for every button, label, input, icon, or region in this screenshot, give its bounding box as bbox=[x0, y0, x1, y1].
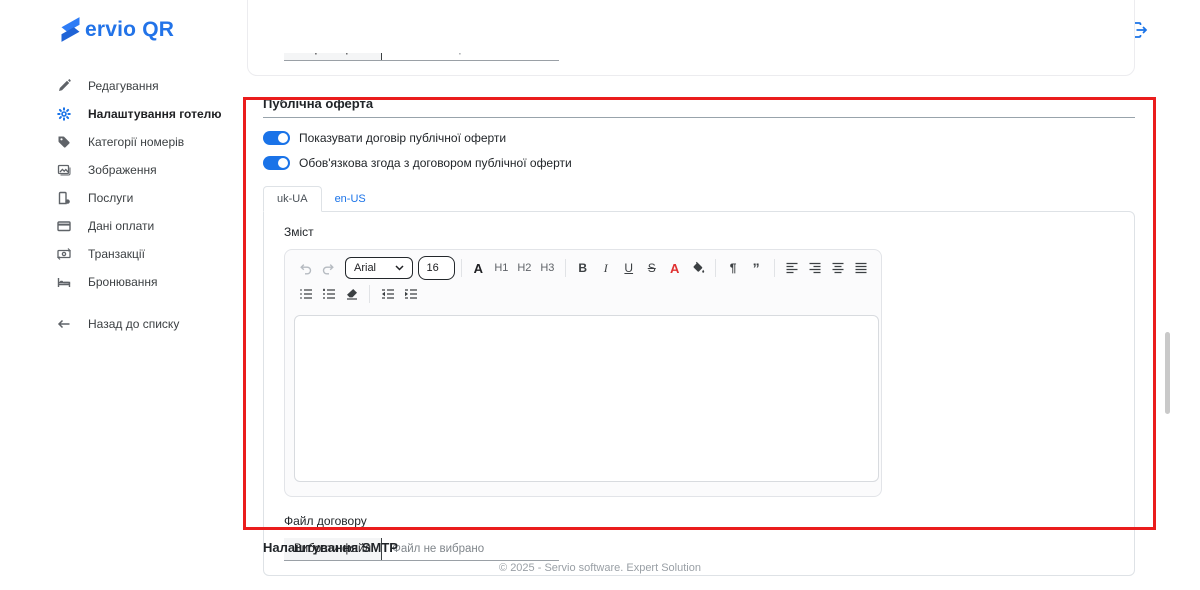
sidebar-item-label: Редагування bbox=[88, 79, 159, 93]
scrolled-card-partial: Вибрати файл Файл не вибрано bbox=[247, 0, 1135, 76]
services-icon bbox=[57, 191, 71, 205]
toolbar-divider bbox=[369, 285, 370, 303]
indent-icon[interactable] bbox=[400, 284, 421, 304]
locale-tabs: uk-UA en-US bbox=[263, 186, 1135, 211]
image-icon bbox=[57, 163, 71, 177]
outdent-icon[interactable] bbox=[377, 284, 398, 304]
tag-icon bbox=[57, 135, 71, 149]
bullet-list-icon[interactable] bbox=[295, 284, 316, 304]
font-family-select[interactable]: Arial bbox=[345, 257, 413, 279]
sidebar-item-payment-data[interactable]: Дані оплати bbox=[0, 212, 240, 240]
sidebar-item-label: Категорії номерів bbox=[88, 135, 184, 149]
credit-card-icon bbox=[57, 219, 71, 233]
logo-text: ervio QR bbox=[85, 18, 174, 42]
toggle-switch-on[interactable] bbox=[263, 131, 290, 145]
undo-icon[interactable] bbox=[295, 258, 316, 278]
bed-icon bbox=[57, 275, 71, 289]
ordered-list-icon[interactable] bbox=[318, 284, 339, 304]
public-offer-section: Публічна оферта Показувати договір публі… bbox=[263, 96, 1135, 576]
sidebar-item-bookings[interactable]: Бронювання bbox=[0, 268, 240, 296]
font-style-button[interactable]: A bbox=[468, 258, 489, 278]
servio-logo-icon bbox=[57, 16, 84, 43]
align-right-icon[interactable] bbox=[804, 258, 825, 278]
tab-uk-ua[interactable]: uk-UA bbox=[263, 186, 322, 212]
footer-copyright: © 2025 - Servio software. Expert Solutio… bbox=[0, 562, 1200, 574]
gear-icon bbox=[57, 107, 71, 121]
tab-en-us[interactable]: en-US bbox=[322, 187, 379, 211]
underline-button[interactable]: U bbox=[618, 258, 639, 278]
sidebar-item-images[interactable]: Зображення bbox=[0, 156, 240, 184]
h2-button[interactable]: H2 bbox=[514, 258, 535, 278]
sidebar-item-label: Дані оплати bbox=[88, 219, 154, 233]
sidebar-item-room-categories[interactable]: Категорії номерів bbox=[0, 128, 240, 156]
sidebar-item-label: Назад до списку bbox=[88, 317, 179, 331]
h1-button[interactable]: H1 bbox=[491, 258, 512, 278]
sidebar-item-edit[interactable]: Редагування bbox=[0, 72, 240, 100]
toggle-require-agreement[interactable]: Обов'язкова згода з договором публічної … bbox=[263, 156, 1135, 170]
editor-toolbar-row-1: Arial A H1 H2 H3 B I U S A bbox=[294, 256, 872, 280]
sidebar-item-label: Транзакції bbox=[88, 247, 145, 261]
paragraph-button[interactable]: ¶ bbox=[723, 258, 744, 278]
align-center-icon[interactable] bbox=[827, 258, 848, 278]
toggle-switch-on[interactable] bbox=[263, 156, 290, 170]
strikethrough-button[interactable]: S bbox=[641, 258, 662, 278]
content-label: Зміст bbox=[284, 225, 1114, 239]
section-title-smtp: Налаштування SMTP bbox=[263, 540, 398, 555]
paint-bucket-icon[interactable] bbox=[687, 258, 708, 278]
sidebar-item-transactions[interactable]: Транзакції bbox=[0, 240, 240, 268]
font-size-input[interactable] bbox=[418, 256, 455, 280]
h3-button[interactable]: H3 bbox=[537, 258, 558, 278]
align-justify-icon[interactable] bbox=[850, 258, 871, 278]
font-family-value: Arial bbox=[354, 262, 376, 274]
clipped-file-input[interactable]: Вибрати файл Файл не вибрано bbox=[284, 53, 559, 70]
blockquote-button[interactable]: ” bbox=[746, 258, 767, 278]
scrollbar-thumb[interactable] bbox=[1165, 332, 1170, 414]
file-label: Файл договору bbox=[284, 514, 1114, 528]
transactions-icon bbox=[57, 247, 71, 261]
choose-file-button[interactable]: Вибрати файл bbox=[284, 53, 381, 60]
app-logo[interactable]: ervio QR bbox=[57, 16, 174, 43]
tab-panel-uk-ua: Зміст Arial A H1 H2 bbox=[263, 211, 1135, 576]
sidebar-item-label: Налаштування готелю bbox=[88, 107, 222, 121]
sidebar-item-hotel-settings[interactable]: Налаштування готелю bbox=[0, 100, 240, 128]
toggle-show-offer[interactable]: Показувати договір публічної оферти bbox=[263, 131, 1135, 145]
sidebar: Редагування Налаштування готелю Категорі… bbox=[0, 72, 240, 338]
file-status-text: Файл не вибрано bbox=[382, 53, 484, 60]
sidebar-item-services[interactable]: Послуги bbox=[0, 184, 240, 212]
italic-button[interactable]: I bbox=[595, 258, 616, 278]
editor-toolbar-row-2 bbox=[294, 282, 872, 306]
pencil-icon bbox=[57, 79, 71, 93]
text-color-button[interactable]: A bbox=[664, 258, 685, 278]
chevron-down-icon bbox=[395, 265, 404, 271]
eraser-icon[interactable] bbox=[341, 284, 362, 304]
sidebar-item-label: Послуги bbox=[88, 191, 133, 205]
offer-content-textarea[interactable] bbox=[294, 315, 879, 482]
toggle-label: Показувати договір публічної оферти bbox=[299, 131, 506, 145]
sidebar-item-label: Бронювання bbox=[88, 275, 158, 289]
rich-text-editor: Arial A H1 H2 H3 B I U S A bbox=[284, 249, 882, 497]
arrow-left-icon bbox=[57, 317, 71, 331]
contract-file-block: Файл договору Вибрати файл Файл не вибра… bbox=[284, 514, 1114, 561]
toggle-label: Обов'язкова згода з договором публічної … bbox=[299, 156, 572, 170]
bold-button[interactable]: B bbox=[572, 258, 593, 278]
sidebar-back-to-list[interactable]: Назад до списку bbox=[0, 310, 240, 338]
sidebar-item-label: Зображення bbox=[88, 163, 157, 177]
redo-icon[interactable] bbox=[318, 258, 339, 278]
align-left-icon[interactable] bbox=[781, 258, 802, 278]
section-title-public-offer: Публічна оферта bbox=[263, 96, 1135, 118]
